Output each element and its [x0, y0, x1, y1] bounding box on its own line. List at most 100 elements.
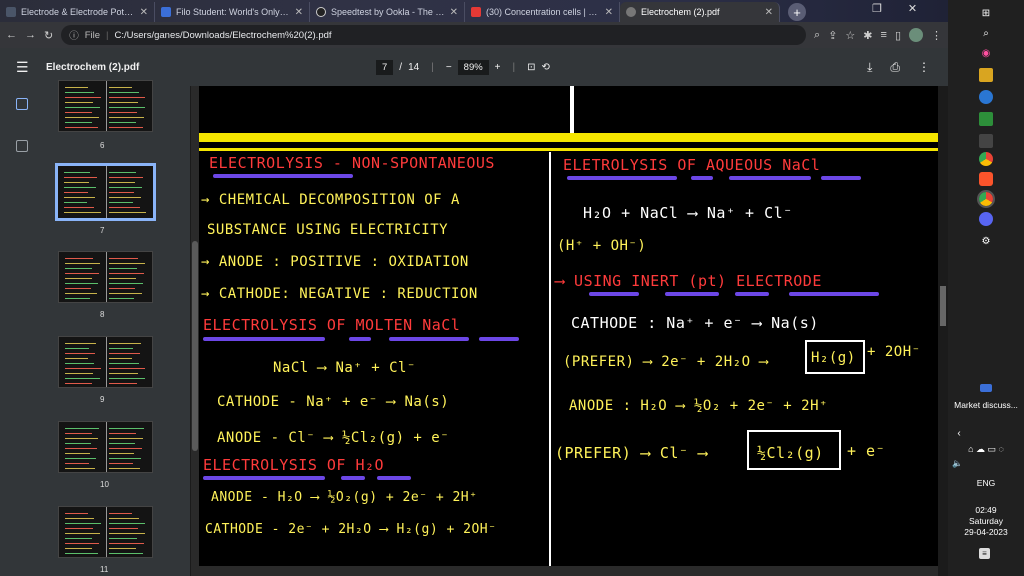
chrome-icon[interactable] — [979, 152, 993, 166]
thumbnail-scribble — [64, 528, 94, 529]
thumbnail-scribble — [64, 102, 94, 103]
language-indicator[interactable]: ENG — [948, 478, 1024, 488]
thumbnail-scribble — [64, 448, 98, 449]
more-menu-icon[interactable]: ⋮ — [931, 29, 942, 42]
new-tab-button[interactable]: + — [788, 3, 806, 21]
thumbnail-scribble — [64, 443, 91, 444]
thumbnail-scribble — [109, 463, 134, 464]
windows-taskbar: ⊞ ⌕ ◉ ⚙ Market discuss... ‹ ⌂ ☁ ▭ ◌ 🔈 EN… — [948, 0, 1024, 576]
thumbnail-scribble — [109, 453, 135, 454]
restore-icon[interactable]: ❐ — [872, 2, 882, 15]
thumbnail-scribble — [109, 268, 138, 269]
thumbnail-scribble — [64, 293, 98, 294]
outline-view-icon[interactable] — [16, 140, 28, 152]
thumbnail-scribble — [64, 453, 90, 454]
close-window-icon[interactable]: ✕ — [908, 2, 917, 15]
page-thumbnail[interactable] — [58, 506, 153, 558]
thumbnail-scribble — [109, 458, 141, 459]
tab-favicon-icon — [6, 7, 16, 17]
page-thumbnail-selected[interactable] — [55, 163, 156, 221]
close-icon[interactable]: ✕ — [450, 7, 458, 18]
print-icon[interactable]: ⎙ — [890, 60, 900, 75]
fit-page-icon[interactable]: ⊡ — [527, 62, 535, 73]
page-number-input[interactable]: 7 — [376, 59, 394, 75]
document-title: Electrochem (2).pdf — [46, 61, 140, 73]
tab-electrode[interactable]: Electrode & Electrode Potenti ✕ — [0, 2, 155, 22]
close-icon[interactable]: ✕ — [765, 7, 773, 18]
forward-icon[interactable]: → — [25, 29, 36, 41]
reload-icon[interactable]: ↻ — [44, 29, 53, 42]
note-line: ANODE : H₂O ⟶ ½O₂ + 2e⁻ + 2H⁺ — [569, 398, 828, 414]
close-icon[interactable]: ✕ — [605, 7, 613, 18]
page-thumbnail[interactable] — [58, 336, 153, 388]
sidepanel-icon[interactable]: ▯ — [895, 29, 901, 42]
thumbnail-scribble — [109, 368, 146, 369]
app-icon[interactable] — [979, 134, 993, 148]
thumbnail-scribble — [109, 288, 136, 289]
thumbnails-view-icon[interactable] — [16, 98, 28, 110]
thumbnail-scribble — [109, 358, 133, 359]
thumbnail-scribble — [63, 207, 95, 208]
heading-water: ELECTROLYSIS OF H₂O — [203, 456, 385, 474]
download-icon[interactable]: ⤓ — [867, 60, 872, 75]
notification-icon[interactable]: ≡ — [979, 548, 990, 559]
thumbnail-scribble — [64, 463, 89, 464]
sidebar-scrollbar[interactable] — [191, 86, 199, 576]
windows-start-icon[interactable]: ⊞ — [979, 6, 993, 20]
settings-gear-icon[interactable]: ⚙ — [979, 234, 993, 248]
page-scrollbar[interactable] — [938, 86, 948, 576]
profile-avatar[interactable] — [909, 28, 923, 42]
tab-favicon-icon — [161, 7, 171, 17]
thumbnail-scribble — [109, 443, 136, 444]
bookmark-star-icon[interactable]: ☆ — [845, 29, 855, 42]
menu-icon[interactable]: ☰ — [16, 59, 32, 76]
discord-icon[interactable] — [979, 212, 993, 226]
thumbnail-scribble — [109, 122, 137, 123]
tab-filo[interactable]: Filo Student: World's Only Live ✕ — [155, 2, 310, 22]
heading-molten-nacl: ELECTROLYSIS OF MOLTEN NaCl — [203, 316, 461, 334]
page-thumbnail[interactable] — [58, 80, 153, 132]
chevron-up-icon[interactable]: ‹ — [952, 426, 966, 440]
url-input[interactable]: ⓘ File | C:/Users/ganes/Downloads/Electr… — [61, 25, 807, 45]
tab-youtube[interactable]: (30) Concentration cells | Nern ✕ — [465, 2, 620, 22]
thumbnail-scribble — [109, 438, 143, 439]
thumbnail-scribble — [64, 523, 101, 524]
thumbnail-scribble — [64, 533, 100, 534]
zoom-in-button[interactable]: + — [495, 62, 501, 73]
thumbnail-scribble — [64, 363, 95, 364]
page-thumbnail[interactable] — [58, 421, 153, 473]
app-icon[interactable] — [979, 90, 993, 104]
zoom-input[interactable]: 89% — [457, 59, 489, 75]
search-icon[interactable]: ⌕ — [979, 26, 993, 40]
chrome-icon[interactable] — [977, 190, 995, 208]
heading-aqueous-nacl: ELETROLYSIS OF AQUEOUS NaCl — [563, 156, 821, 174]
reading-list-icon[interactable]: ≡ — [881, 29, 887, 41]
clock-time[interactable]: 02:49 — [948, 505, 1024, 515]
thumbnail-scribble — [64, 358, 88, 359]
extensions-icon[interactable]: ✱ — [863, 29, 872, 42]
thumbnail-scribble — [64, 258, 94, 259]
zoom-out-button[interactable]: − — [446, 62, 452, 73]
tab-electrochem-pdf[interactable]: Electrochem (2).pdf ✕ — [620, 2, 780, 22]
url-scheme: File — [84, 29, 101, 41]
share-icon[interactable]: ⇪ — [828, 29, 837, 42]
file-explorer-icon[interactable] — [979, 68, 993, 82]
close-icon[interactable]: ✕ — [295, 7, 303, 18]
rotate-icon[interactable]: ⟲ — [542, 62, 550, 73]
horizontal-scrollbar[interactable] — [199, 566, 938, 576]
thumbnail-scribble — [109, 373, 139, 374]
app-icon[interactable] — [979, 112, 993, 126]
page-thumbnail[interactable] — [58, 251, 153, 303]
more-options-icon[interactable]: ⋮ — [918, 60, 930, 75]
close-icon[interactable]: ✕ — [140, 7, 148, 18]
back-icon[interactable]: ← — [6, 29, 17, 41]
market-widget[interactable]: Market discuss... — [948, 400, 1024, 410]
volume-icon[interactable]: 🔈 — [948, 458, 1024, 468]
tray-icons[interactable]: ⌂ ☁ ▭ ◌ — [948, 444, 1024, 454]
tab-speedtest[interactable]: Speedtest by Ookla - The Glob ✕ — [310, 2, 465, 22]
brave-icon[interactable] — [979, 172, 993, 186]
zoom-icon[interactable]: ⌕ — [814, 29, 820, 42]
note-line: H₂(g) — [811, 350, 856, 366]
app-icon[interactable]: ◉ — [979, 46, 993, 60]
thumbnail-scribble — [63, 172, 91, 173]
